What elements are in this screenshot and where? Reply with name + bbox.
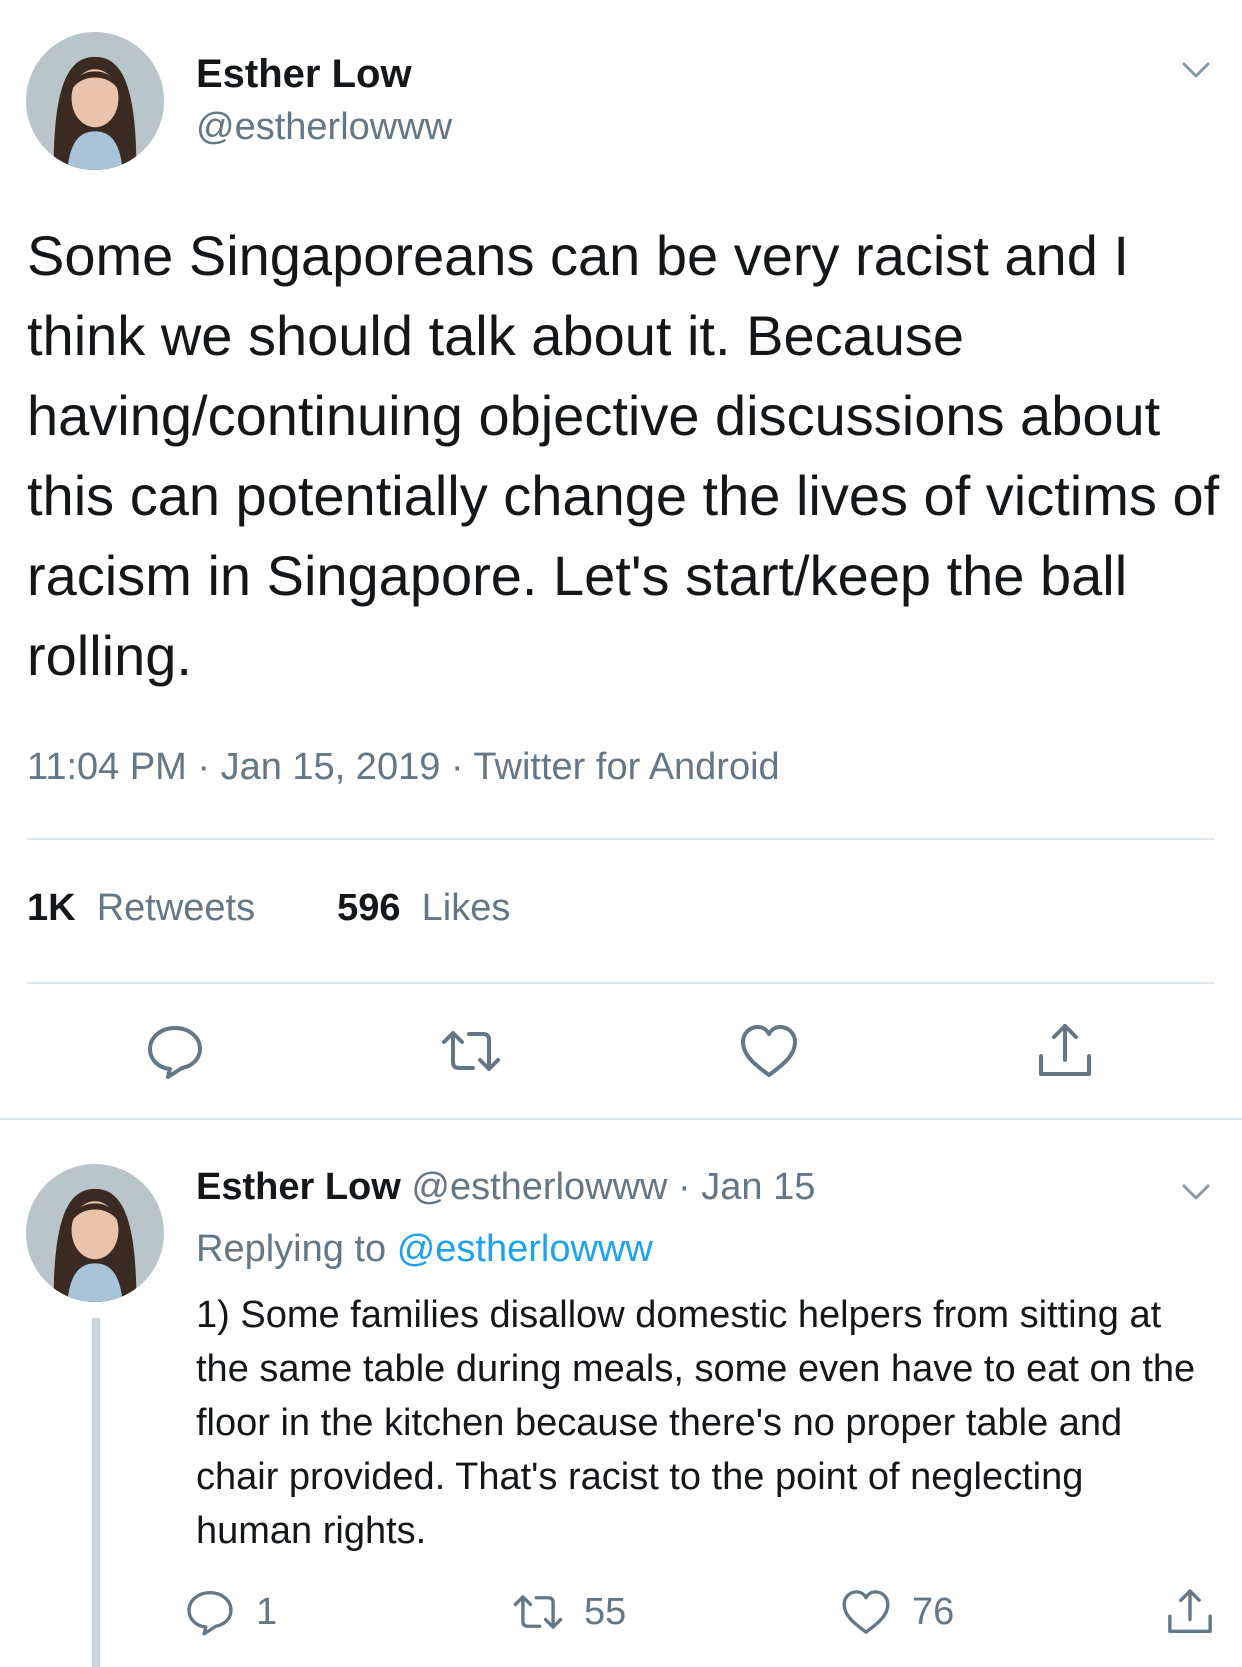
retweet-count: 55 (584, 1590, 627, 1633)
like-count: 76 (912, 1590, 955, 1633)
reply-icon (187, 1591, 233, 1636)
divider (27, 982, 1215, 984)
author-name[interactable]: Esther Low (196, 52, 412, 97)
divider (27, 838, 1215, 840)
likes-label[interactable]: Likes (422, 887, 511, 929)
reply-retweet-button[interactable]: 55 (512, 1584, 626, 1640)
reply-share-button[interactable] (1164, 1584, 1216, 1640)
reply-count: 1 (256, 1590, 278, 1633)
chevron-down-icon[interactable] (1176, 1172, 1216, 1212)
replying-to: Replying to @estherlowww (196, 1228, 653, 1271)
thread-line (92, 1318, 100, 1667)
reply-like-button[interactable]: 76 (840, 1584, 954, 1640)
like-icon (842, 1590, 890, 1634)
tweet-stats: 1K Retweets 596 Likes (27, 887, 510, 930)
reply-date[interactable]: Jan 15 (701, 1166, 815, 1208)
share-icon[interactable] (1034, 1020, 1096, 1082)
chevron-down-icon[interactable] (1176, 50, 1216, 90)
reply-reply-button[interactable]: 1 (184, 1584, 277, 1640)
retweets-label[interactable]: Retweets (97, 887, 255, 929)
like-icon[interactable] (738, 1020, 800, 1082)
tweet-text: Some Singaporeans can be very racist and… (27, 224, 1220, 687)
likes-count[interactable]: 596 (337, 887, 400, 929)
reply-header: Esther Low @estherlowww · Jan 15 (196, 1166, 815, 1209)
retweet-icon (513, 1595, 563, 1629)
share-icon (1168, 1589, 1212, 1633)
reply-text: 1) Some families disallow domestic helpe… (196, 1294, 1196, 1552)
tweet-timestamp[interactable]: 11:04 PM · Jan 15, 2019 · Twitter for An… (27, 746, 780, 789)
reply-author-handle[interactable]: @estherlowww (411, 1166, 667, 1208)
reply-icon[interactable] (144, 1020, 206, 1082)
replying-mention-link[interactable]: @estherlowww (397, 1228, 653, 1270)
reply-author-name[interactable]: Esther Low (196, 1166, 401, 1208)
divider (0, 1118, 1242, 1120)
retweets-count[interactable]: 1K (27, 887, 76, 929)
author-avatar[interactable] (26, 32, 164, 170)
replying-prefix: Replying to (196, 1228, 387, 1270)
author-handle[interactable]: @estherlowww (196, 106, 452, 149)
reply-author-avatar[interactable] (26, 1164, 164, 1302)
retweet-icon[interactable] (440, 1020, 502, 1082)
separator: · (678, 1166, 691, 1208)
